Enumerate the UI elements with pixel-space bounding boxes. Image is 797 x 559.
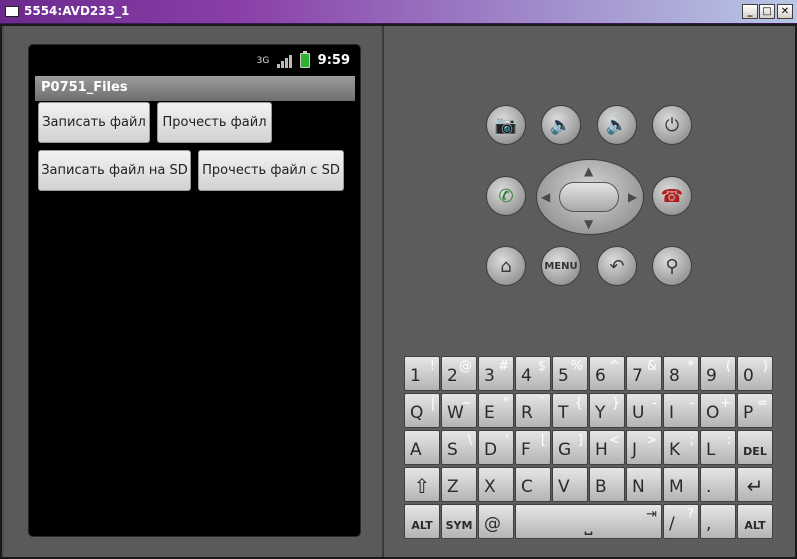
dpad-down-icon[interactable]: ▼ [584, 217, 593, 231]
read-file-button[interactable]: Прочесть файл [157, 102, 272, 143]
key-2[interactable]: 2 @ [441, 356, 477, 391]
key-period[interactable]: . [700, 467, 736, 502]
network-3g-icon: 3G [256, 55, 270, 66]
device-panel: 3G 9:59 P0751_Files Записать файл Прочес… [4, 26, 382, 557]
key-f[interactable]: F[ [515, 430, 551, 465]
key-q[interactable]: Q | [404, 393, 440, 428]
search-icon: ⚲ [665, 255, 679, 277]
key-w[interactable]: W ~ [441, 393, 477, 428]
key-v[interactable]: V [552, 467, 588, 502]
key-sym[interactable]: SYM [441, 504, 477, 539]
tab-icon: ⇥ [646, 507, 657, 522]
key-n[interactable]: N [626, 467, 662, 502]
dpad-up-icon[interactable]: ▲ [584, 164, 593, 178]
search-button[interactable]: ⚲ [652, 246, 692, 286]
key-9[interactable]: 9( [700, 356, 736, 391]
controls-panel: 📷 🔉 🔊 ⏻ ✆ ▲ ▼ ◀ ▶ ☎ ⌂ MENU ↶ ⚲ 1 ! 2 @ 3… [384, 26, 795, 557]
status-clock: 9:59 [317, 53, 350, 68]
status-bar: 3G 9:59 [29, 45, 362, 75]
key-e[interactable]: E " [478, 393, 514, 428]
minimize-button[interactable]: _ [742, 4, 758, 19]
camera-button[interactable]: 📷 [486, 105, 526, 145]
back-icon: ↶ [609, 255, 625, 277]
call-icon: ✆ [498, 185, 514, 207]
key-m[interactable]: M [663, 467, 699, 502]
home-button[interactable]: ⌂ [486, 246, 526, 286]
key-alt-left[interactable]: ALT [404, 504, 440, 539]
key-shift[interactable]: ⇧ [404, 467, 440, 502]
key-3[interactable]: 3 # [478, 356, 514, 391]
camera-icon: 📷 [494, 114, 518, 136]
volume-down-button[interactable]: 🔉 [541, 105, 581, 145]
dpad-left-icon[interactable]: ◀ [541, 190, 550, 204]
key-8[interactable]: 8 * [663, 356, 699, 391]
key-6[interactable]: 6 ^ [589, 356, 625, 391]
key-u[interactable]: U- [626, 393, 662, 428]
power-button[interactable]: ⏻ [652, 105, 692, 145]
key-l[interactable]: L: [700, 430, 736, 465]
key-4[interactable]: 4 $ [515, 356, 551, 391]
key-g[interactable]: G] [552, 430, 588, 465]
key-c[interactable]: C [515, 467, 551, 502]
volume-down-icon: 🔉 [549, 114, 573, 136]
key-alt-right[interactable]: ALT [737, 504, 773, 539]
write-file-button[interactable]: Записать файл [38, 102, 150, 143]
key-k[interactable]: K; [663, 430, 699, 465]
status-icons: 3G 9:59 [256, 51, 350, 68]
space-icon: ⎵ [584, 511, 593, 535]
read-file-sd-button[interactable]: Прочесть файл с SD [198, 150, 344, 191]
key-d[interactable]: D ' [478, 430, 514, 465]
hardware-keyboard: 1! 2 @ 3 # 4 $ 5% 6 ^ 7 & 8 * 9( 0) Q | W ~ E " R… [404, 356, 776, 540]
dpad-right-icon[interactable]: ▶ [628, 190, 637, 204]
home-icon: ⌂ [500, 255, 512, 277]
end-call-icon: ☎ [660, 185, 684, 207]
key-0[interactable]: 0) [737, 356, 773, 391]
key-enter[interactable]: ↵ [737, 467, 773, 502]
app-title-bar: P0751_Files [35, 76, 355, 101]
key-h[interactable]: H < [589, 430, 625, 465]
end-call-button[interactable]: ☎ [652, 176, 692, 216]
key-5[interactable]: 5% [552, 356, 588, 391]
key-r[interactable]: R ` [515, 393, 551, 428]
write-file-sd-button[interactable]: Записать файл на SD [38, 150, 191, 191]
volume-up-button[interactable]: 🔊 [597, 105, 637, 145]
enter-icon: ↵ [746, 474, 764, 498]
key-y[interactable]: Y} [589, 393, 625, 428]
key-j[interactable]: J > [626, 430, 662, 465]
key-comma[interactable]: , [700, 504, 736, 539]
key-a[interactable]: A [404, 430, 440, 465]
window-title: 5554:AVD233_1 [24, 4, 130, 18]
window-titlebar: 5554:AVD233_1 _ □ ✕ [0, 0, 797, 24]
menu-button[interactable]: MENU [541, 246, 581, 286]
power-icon: ⏻ [664, 114, 680, 136]
signal-strength-icon [276, 54, 292, 68]
maximize-button[interactable]: □ [759, 4, 775, 19]
key-o[interactable]: O + [700, 393, 736, 428]
key-s[interactable]: S \ [441, 430, 477, 465]
key-7[interactable]: 7 & [626, 356, 662, 391]
key-at[interactable]: @ [478, 504, 514, 539]
key-p[interactable]: P = [737, 393, 773, 428]
key-z[interactable]: Z [441, 467, 477, 502]
key-x[interactable]: X [478, 467, 514, 502]
key-t[interactable]: T{ [552, 393, 588, 428]
back-button[interactable]: ↶ [597, 246, 637, 286]
device-screen[interactable]: 3G 9:59 P0751_Files Записать файл Прочес… [28, 44, 361, 537]
key-1[interactable]: 1! [404, 356, 440, 391]
emulator-body: 3G 9:59 P0751_Files Записать файл Прочес… [0, 24, 797, 559]
battery-icon [299, 51, 310, 68]
volume-up-icon: 🔊 [605, 114, 629, 136]
shift-icon: ⇧ [413, 474, 431, 498]
key-b[interactable]: B [589, 467, 625, 502]
menu-label: MENU [544, 260, 578, 272]
key-space[interactable]: ⎵ ⇥ [515, 504, 662, 539]
dpad[interactable]: ▲ ▼ ◀ ▶ [536, 159, 644, 235]
key-i[interactable]: I- [663, 393, 699, 428]
key-del[interactable]: DEL [737, 430, 773, 465]
dpad-center-button[interactable] [559, 182, 619, 212]
window-app-icon [5, 6, 19, 17]
key-slash[interactable]: /? [663, 504, 699, 539]
call-button[interactable]: ✆ [486, 176, 526, 216]
close-button[interactable]: ✕ [777, 4, 793, 19]
